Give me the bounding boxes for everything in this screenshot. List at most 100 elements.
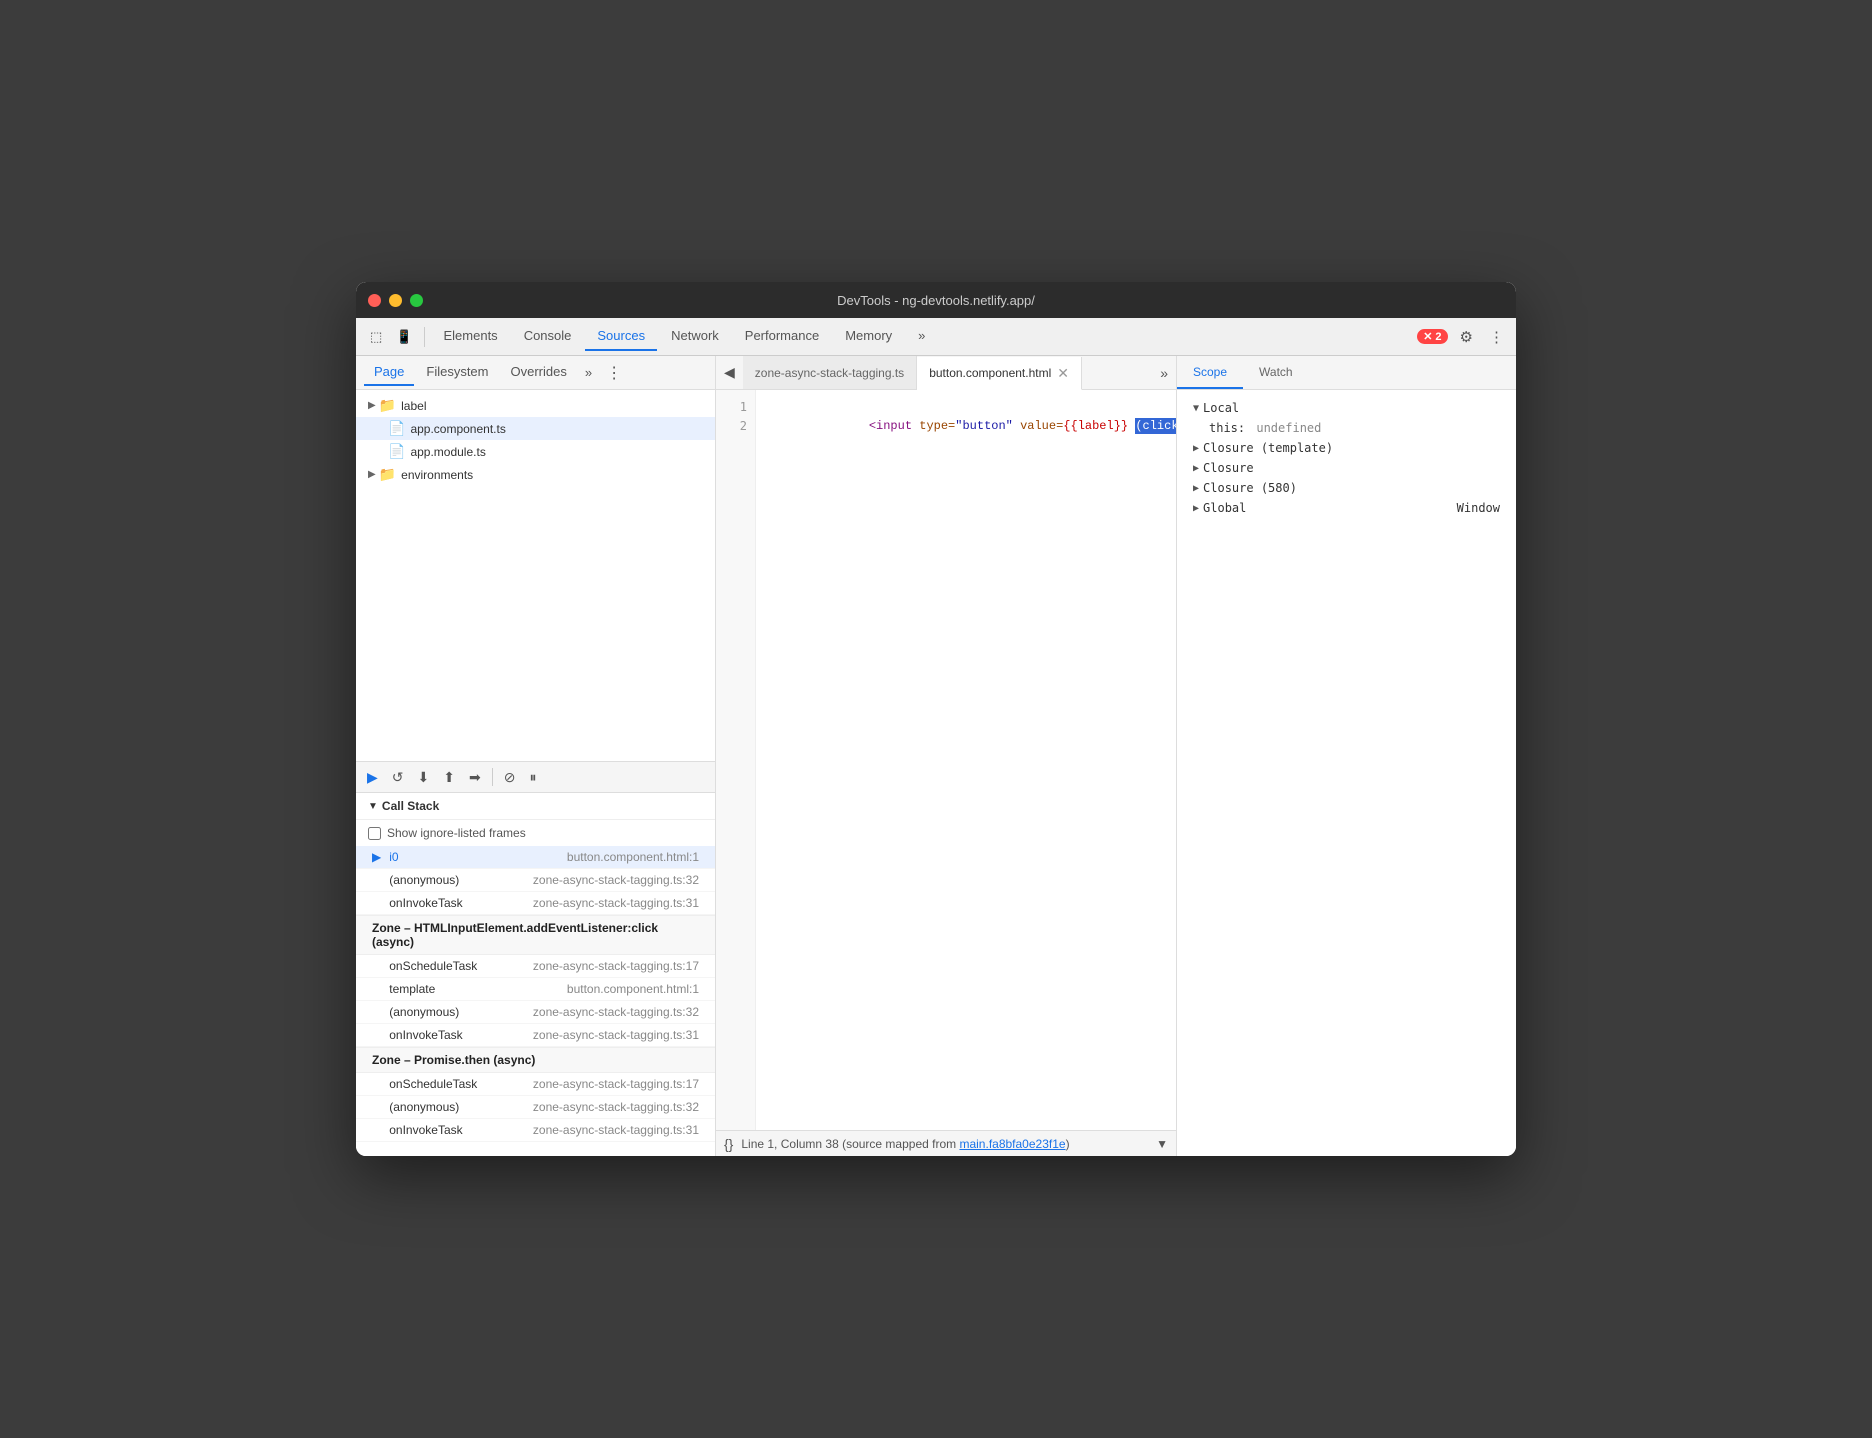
scope-global-arrow: ▶ [1193, 503, 1199, 514]
call-stack-row-anonymous-3[interactable]: ▶ (anonymous) zone-async-stack-tagging.t… [356, 1096, 715, 1119]
more-options-button[interactable]: ⋮ [1485, 324, 1508, 350]
pretty-print-icon[interactable]: {} [724, 1136, 733, 1152]
file-tree-item-app-module[interactable]: 📄 app.module.ts [356, 440, 715, 463]
file-name-app-module: app.module.ts [410, 445, 485, 459]
line-num-1: 1 [716, 398, 755, 417]
toolbar-divider-1 [424, 327, 425, 347]
scope-local-header[interactable]: ▼ Local [1177, 398, 1516, 418]
file-tree-item-environments-folder[interactable]: ▶ 📁 environments [356, 463, 715, 486]
tab-performance[interactable]: Performance [733, 322, 831, 351]
row-file-onscheduletask-2: zone-async-stack-tagging.ts:17 [533, 1077, 699, 1091]
expand-arrow-icon-env: ▶ [368, 469, 376, 480]
code-angular-binding: {{label}} [1063, 419, 1128, 433]
scope-global[interactable]: ▶ Global Window [1177, 498, 1516, 518]
scope-this-row: this: undefined [1177, 418, 1516, 438]
scope-local-arrow: ▼ [1193, 403, 1199, 414]
main-content: Page Filesystem Overrides » ⋮ ▶ 📁 label … [356, 356, 1516, 1156]
deactivate-breakpoints-button[interactable]: ⊘ [499, 766, 521, 789]
editor-area: 1 2 <input type="button" value={{label}}… [716, 390, 1176, 1130]
row-name-onscheduletask-2: onScheduleTask [389, 1077, 477, 1091]
row-name-template: template [389, 982, 435, 996]
scope-this-key: this: [1209, 421, 1245, 435]
scope-closure-580[interactable]: ▶ Closure (580) [1177, 478, 1516, 498]
status-dropdown-icon[interactable]: ▼ [1156, 1137, 1168, 1151]
step-out-button[interactable]: ⬆ [438, 766, 460, 789]
sub-tab-more[interactable]: » [579, 361, 598, 384]
call-stack-row-onscheduletask-2[interactable]: ▶ onScheduleTask zone-async-stack-taggin… [356, 1073, 715, 1096]
row-name-onscheduletask-1: onScheduleTask [389, 959, 477, 973]
minimize-button[interactable] [389, 294, 402, 307]
code-line-1: <input type="button" value={{label}} (cl… [768, 398, 1164, 456]
device-toolbar[interactable]: 📱 [390, 325, 418, 349]
zone-separator-promise: Zone – Promise.then (async) [356, 1047, 715, 1073]
resume-button[interactable]: ▶ [362, 766, 383, 789]
editor-prev-button[interactable]: ◀ [716, 356, 743, 389]
expand-arrow-icon: ▶ [368, 400, 376, 411]
call-stack-row-onscheduletask-1[interactable]: ▶ onScheduleTask zone-async-stack-taggin… [356, 955, 715, 978]
row-name-oninvoketask-3: onInvokeTask [389, 1123, 462, 1137]
step-button[interactable]: ➡ [464, 766, 486, 789]
call-stack-row-anonymous-2[interactable]: ▶ (anonymous) zone-async-stack-tagging.t… [356, 1001, 715, 1024]
status-text: Line 1, Column 38 (source mapped from ma… [741, 1137, 1148, 1151]
editor-tab-button-component[interactable]: button.component.html ✕ [917, 357, 1082, 390]
source-map-link[interactable]: main.fa8bfa0e23f1e [959, 1137, 1065, 1151]
scope-closure[interactable]: ▶ Closure [1177, 458, 1516, 478]
call-stack-row-oninvoketask-3[interactable]: ▶ onInvokeTask zone-async-stack-tagging.… [356, 1119, 715, 1142]
call-stack-row-anonymous-1[interactable]: ▶ (anonymous) zone-async-stack-tagging.t… [356, 869, 715, 892]
code-editor[interactable]: <input type="button" value={{label}} (cl… [756, 390, 1176, 1130]
row-name-anonymous-1: (anonymous) [389, 873, 459, 887]
row-file-anonymous-2: zone-async-stack-tagging.ts:32 [533, 1005, 699, 1019]
call-stack-row-i0[interactable]: ▶ i0 button.component.html:1 [356, 846, 715, 869]
close-tab-button[interactable]: ✕ [1057, 366, 1069, 380]
left-panel: Page Filesystem Overrides » ⋮ ▶ 📁 label … [356, 356, 716, 1156]
editor-tab-zone-tagging[interactable]: zone-async-stack-tagging.ts [743, 356, 917, 389]
file-tree-item-app-component[interactable]: 📄 app.component.ts [356, 417, 715, 440]
code-tag-open: <input [869, 419, 919, 433]
window-title: DevTools - ng-devtools.netlify.app/ [837, 293, 1035, 308]
error-badge[interactable]: ✕ 2 [1417, 329, 1447, 344]
tab-elements[interactable]: Elements [431, 322, 509, 351]
arrow-indicator-anon3: ▶ [372, 1100, 381, 1114]
sub-toolbar-kebab[interactable]: ⋮ [600, 359, 628, 387]
scope-closure-label: Closure [1203, 461, 1254, 475]
tab-more[interactable]: » [906, 322, 937, 351]
error-count: 2 [1435, 331, 1441, 343]
close-button[interactable] [368, 294, 381, 307]
tab-memory[interactable]: Memory [833, 322, 904, 351]
sub-toolbar: Page Filesystem Overrides » ⋮ [356, 356, 715, 390]
editor-more-button[interactable]: » [1152, 365, 1176, 381]
step-into-button[interactable]: ⬇ [413, 766, 435, 789]
row-file-oninvoketask-3: zone-async-stack-tagging.ts:31 [533, 1123, 699, 1137]
ignore-frames-checkbox[interactable] [368, 827, 381, 840]
pause-on-exceptions-button[interactable]: ⏸ [524, 766, 541, 789]
active-arrow-indicator: ▶ [372, 850, 381, 864]
ignore-frames-label: Show ignore-listed frames [387, 826, 526, 840]
file-tree-item-label-folder[interactable]: ▶ 📁 label [356, 394, 715, 417]
maximize-button[interactable] [410, 294, 423, 307]
scope-closure-arrow: ▶ [1193, 463, 1199, 474]
sub-tab-page[interactable]: Page [364, 359, 414, 386]
step-over-button[interactable]: ↺ [387, 766, 409, 789]
call-stack-panel: ▼ Call Stack Show ignore-listed frames ▶… [356, 793, 715, 1156]
scope-this-value: undefined [1249, 421, 1321, 435]
call-stack-row-template[interactable]: ▶ template button.component.html:1 [356, 978, 715, 1001]
tab-sources[interactable]: Sources [585, 322, 657, 351]
inspector-tool[interactable]: ⬚ [364, 325, 388, 349]
code-attr-type: type= [919, 419, 955, 433]
sub-tab-filesystem[interactable]: Filesystem [416, 359, 498, 386]
status-position-text: Line 1, Column 38 (source mapped from [741, 1137, 959, 1151]
scope-tab-scope[interactable]: Scope [1177, 356, 1243, 389]
code-attr-value: value= [1013, 419, 1063, 433]
row-file-anonymous-3: zone-async-stack-tagging.ts:32 [533, 1100, 699, 1114]
code-line-2 [768, 456, 1164, 475]
editor-tab-zone-tagging-label: zone-async-stack-tagging.ts [755, 366, 904, 380]
tab-console[interactable]: Console [512, 322, 584, 351]
scope-closure-template[interactable]: ▶ Closure (template) [1177, 438, 1516, 458]
scope-tab-watch[interactable]: Watch [1243, 356, 1309, 389]
tab-network[interactable]: Network [659, 322, 731, 351]
cursor-icon: ⬚ [370, 329, 382, 345]
sub-tab-overrides[interactable]: Overrides [501, 359, 577, 386]
call-stack-row-oninvoketask-1[interactable]: ▶ onInvokeTask zone-async-stack-tagging.… [356, 892, 715, 915]
call-stack-row-oninvoketask-2[interactable]: ▶ onInvokeTask zone-async-stack-tagging.… [356, 1024, 715, 1047]
settings-button[interactable]: ⚙ [1456, 324, 1477, 350]
